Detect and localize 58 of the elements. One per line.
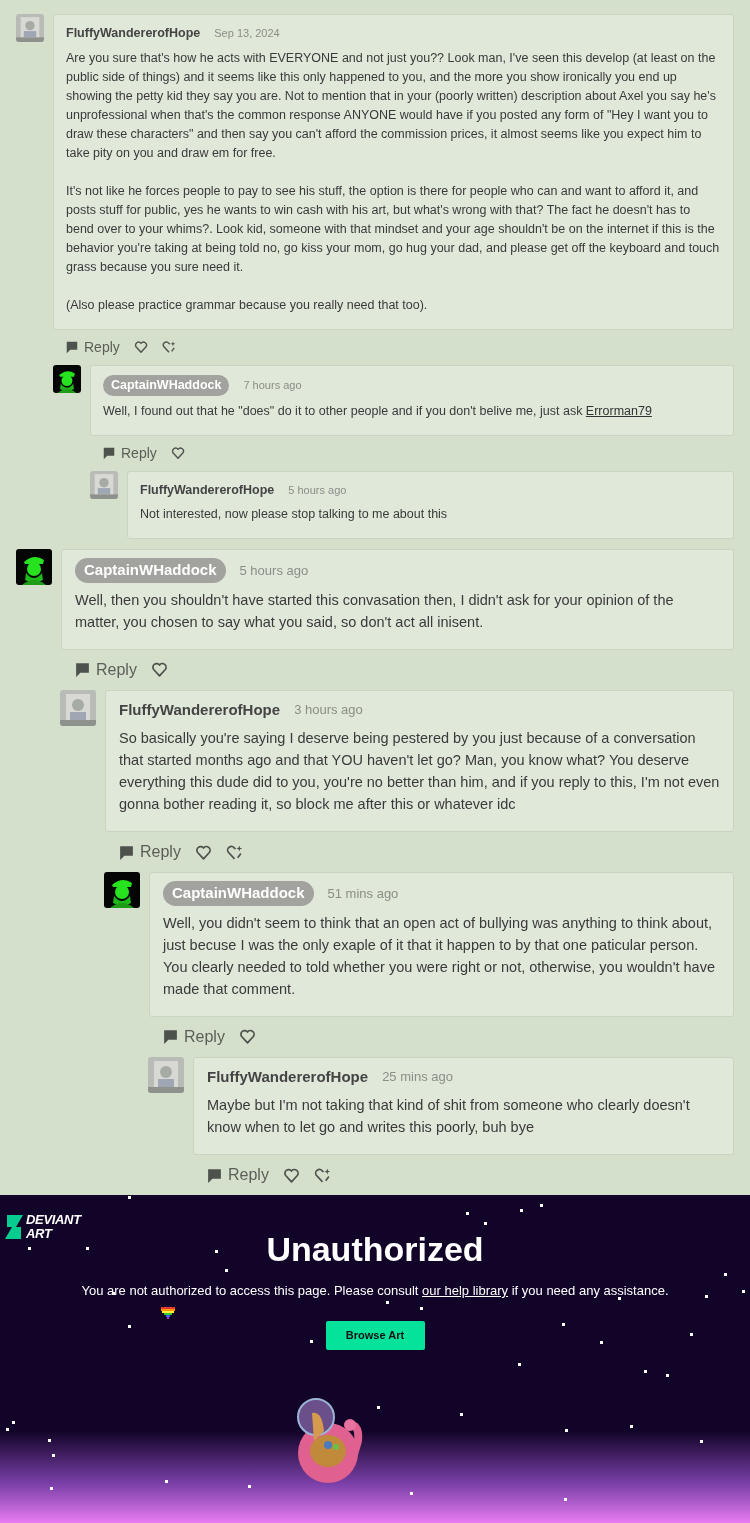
speech-bubble-icon <box>206 1166 223 1184</box>
author-name[interactable]: CaptainWHaddock <box>163 881 314 906</box>
author-name[interactable]: CaptainWHaddock <box>75 558 226 583</box>
like-button[interactable] <box>170 446 185 460</box>
award-button[interactable] <box>225 843 243 861</box>
timestamp: 51 mins ago <box>327 884 399 903</box>
page-title: Unauthorized <box>266 1229 484 1270</box>
like-button[interactable] <box>133 340 148 355</box>
comment-text: Maybe but I'm not taking that kind of shit from someone who clearly doesn't know when to let go and writes this poorly, buh bye <box>207 1096 691 1138</box>
comment-text: Not interested, now please stop talking to me about this <box>140 506 449 524</box>
speech-bubble-icon <box>65 340 79 355</box>
avatar <box>60 689 96 726</box>
comment-text: (Also please practice grammar because you really need that too). <box>66 296 429 314</box>
avatar <box>16 549 52 586</box>
like-button[interactable] <box>238 1028 256 1046</box>
reply-button[interactable]: Reply <box>162 1024 225 1049</box>
speech-bubble-icon <box>162 1028 179 1046</box>
author-name[interactable]: FluffyWandererofHope <box>119 698 281 722</box>
timestamp: 7 hours ago <box>243 377 302 393</box>
award-button[interactable] <box>313 1166 331 1184</box>
rainbow-heart-icon <box>161 1307 175 1320</box>
avatar <box>90 470 118 499</box>
reply-button[interactable]: Reply <box>102 442 157 464</box>
timestamp: Sep 13, 2024 <box>214 26 280 42</box>
help-link[interactable]: our help library <box>422 1283 509 1299</box>
logo-icon <box>5 1215 23 1240</box>
comment-text: Well, I found out that he "does" do it to other people and if you don't belive me, just ask Errorman79 <box>103 402 653 420</box>
avatar <box>104 872 140 909</box>
reply-button[interactable]: Reply <box>206 1163 269 1188</box>
reply-button[interactable]: Reply <box>118 840 181 865</box>
comment-text: Are you sure that's how he acts with EVERYONE and not just you?? Look man, I've seen this develop (at least on the public side of things) and it seems like this only happened to you, and the more you show ironically you end up showing the petty kid they say you are. Not to mention that in your (poorly written) description about Axel you say he's unprofessional when that's the common response ANYONE would have if you posted any form of "Hey I want you to draw these characters" and then say you can't afford the commission prices, it almost seems like you expect him to take pity on you and draw em for free. <box>66 49 717 162</box>
speech-bubble-icon <box>74 661 91 679</box>
like-button[interactable] <box>150 661 168 679</box>
author-name[interactable]: FluffyWandererofHope <box>66 24 201 43</box>
reply-button[interactable]: Reply <box>65 336 120 358</box>
author-name[interactable]: CaptainWHaddock <box>103 374 230 396</box>
like-button[interactable] <box>282 1166 300 1184</box>
browse-art-button[interactable]: Browse Art <box>325 1320 425 1350</box>
timestamp: 5 hours ago <box>239 561 309 580</box>
logo-text: DEVIANT ART <box>26 1213 81 1242</box>
reply-button[interactable]: Reply <box>74 657 137 682</box>
like-button[interactable] <box>194 843 212 861</box>
comment-text: Well, you didn't seem to think that an open act of bullying was anything to think about, just becuse I was the only exaple of it that it happen to by that one paticular person. You clearly needed to told whether you were right or not, otherwise, you wouldn't have made that comment. <box>163 913 716 999</box>
comment-text: So basically you're saying I deserve being pestered by you just because of a conversation that started months ago and that YOU haven't let go? Man, you know what? You deserve everything this dude did to you, you're no better than him, and if you reply to this, I'm not even gonna bother reading it, so block me after this or whatever idc <box>119 729 720 815</box>
timestamp: 3 hours ago <box>294 701 363 720</box>
avatar <box>53 364 81 393</box>
user-link[interactable]: Errorman79 <box>585 403 652 418</box>
author-name[interactable]: FluffyWandererofHope <box>207 1065 369 1089</box>
speech-bubble-icon <box>118 843 135 861</box>
timestamp: 25 mins ago <box>382 1068 453 1087</box>
comment-text: Well, then you shouldn't have started this convasation then, I didn't ask for your opinion of the matter, you chosen to say what you said, so don't act all inisent. <box>75 590 675 632</box>
speech-bubble-icon <box>102 446 116 460</box>
author-name[interactable]: FluffyWandererofHope <box>140 480 275 500</box>
timestamp: 5 hours ago <box>288 482 347 498</box>
avatar <box>16 14 44 42</box>
comment-text: It's not like he forces people to pay to see his stuff, the option is there for people who can and want to afford it, and posts stuff for public, yes he wants to win cash with his art, but what's wrong with that? The fact he doesn't has to bend over to your whims?. Look kid, someone with that mindset and your age shouldn't be on the internet if this is the behavior you're taking at being told no, go kiss your mom, go hug your dad, and please get off the keyboard and touch grass because you sure need it. <box>66 182 721 276</box>
award-button[interactable] <box>161 340 176 355</box>
avatar <box>148 1056 184 1093</box>
